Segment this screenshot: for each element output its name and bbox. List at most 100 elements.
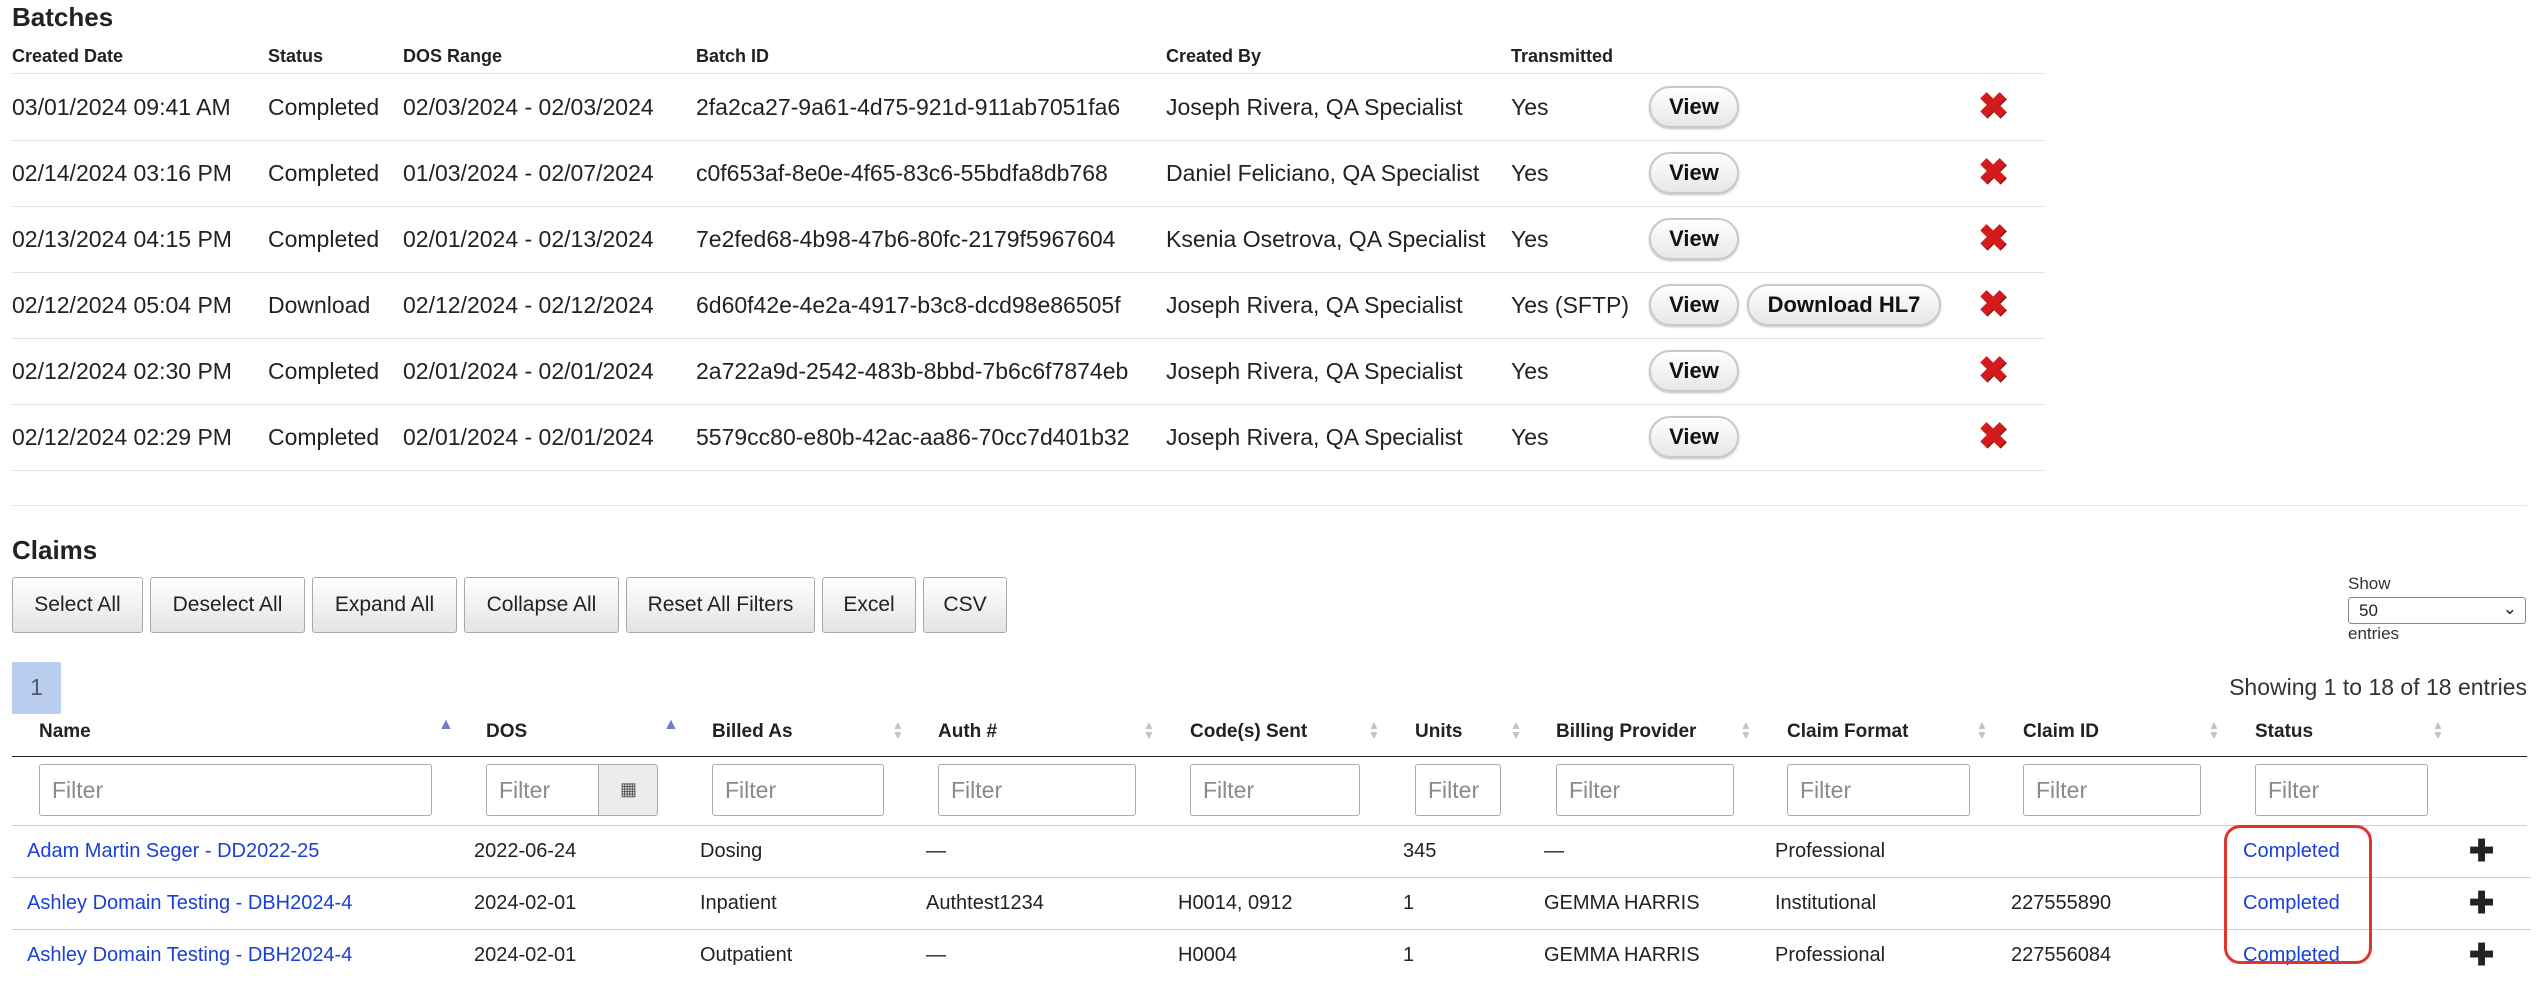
- show-label: Show: [2348, 574, 2391, 593]
- batch-dos-range: 02/01/2024 - 02/01/2024: [403, 424, 654, 450]
- col-created-by: Created By: [1166, 46, 1262, 66]
- sort-icon[interactable]: ▲ ▼: [1976, 719, 1988, 741]
- view-button[interactable]: View: [1649, 284, 1739, 326]
- sort-icon[interactable]: ▲ ▼: [2432, 719, 2444, 741]
- batch-dos-range: 01/03/2024 - 02/07/2024: [403, 160, 654, 186]
- status-filter[interactable]: [2255, 764, 2428, 816]
- batch-dos-range: 02/01/2024 - 02/13/2024: [403, 226, 654, 252]
- format-filter[interactable]: [1787, 764, 1970, 816]
- batch-id: 5579cc80-e80b-42ac-aa86-70cc7d401b32: [696, 424, 1130, 450]
- entries-select[interactable]: 50 ⌄: [2348, 597, 2526, 624]
- view-button[interactable]: View: [1649, 416, 1739, 458]
- plus-icon[interactable]: ✚: [2469, 878, 2494, 929]
- reset-all-filters-button[interactable]: Reset All Filters: [626, 577, 815, 633]
- col-billing-provider[interactable]: Billing Provider: [1556, 721, 1696, 743]
- batch-status: Completed: [268, 358, 380, 384]
- collapse-all-button[interactable]: Collapse All: [464, 577, 619, 633]
- sort-icon[interactable]: ▲ ▼: [1740, 719, 1752, 741]
- excel-button[interactable]: Excel: [822, 577, 916, 633]
- col-status: Status: [268, 46, 324, 66]
- batch-status: Completed: [268, 424, 380, 450]
- batch-transmitted: Yes: [1511, 358, 1549, 384]
- calendar-button[interactable]: ▦: [598, 764, 658, 816]
- plus-icon[interactable]: ✚: [2469, 826, 2494, 877]
- claim-provider: GEMMA HARRIS: [1544, 944, 1700, 966]
- sort-icon[interactable]: ▲ ▼: [1510, 719, 1522, 741]
- batch-row: 02/13/2024 04:15 PM Completed 02/01/2024…: [12, 206, 2045, 273]
- batch-created: 02/13/2024 04:15 PM: [12, 226, 232, 252]
- claim-status-link[interactable]: Completed: [2243, 930, 2340, 981]
- claim-auth: —: [926, 944, 946, 966]
- deselect-all-button[interactable]: Deselect All: [150, 577, 305, 633]
- table-row: Ashley Domain Testing - DBH2024-4 2024-0…: [12, 930, 2531, 981]
- batch-created-by: Joseph Rivera, QA Specialist: [1166, 94, 1463, 120]
- units-filter[interactable]: [1415, 764, 1501, 816]
- sort-asc-icon[interactable]: ▲: [663, 717, 679, 733]
- batch-created-by: Joseph Rivera, QA Specialist: [1166, 358, 1463, 384]
- codes-filter[interactable]: [1190, 764, 1360, 816]
- claim-billed-as: Dosing: [700, 840, 763, 862]
- batch-transmitted: Yes: [1511, 160, 1549, 186]
- col-name[interactable]: Name: [39, 721, 91, 743]
- close-x-icon[interactable]: ✖: [1978, 154, 2008, 190]
- claim-id-filter[interactable]: [2023, 764, 2201, 816]
- col-billed-as[interactable]: Billed As: [712, 721, 793, 743]
- col-units[interactable]: Units: [1415, 721, 1463, 743]
- table-info: Showing 1 to 18 of 18 entries: [2229, 674, 2527, 700]
- col-claim-id[interactable]: Claim ID: [2023, 721, 2099, 743]
- batch-created: 02/14/2024 03:16 PM: [12, 160, 232, 186]
- col-codes-sent[interactable]: Code(s) Sent: [1190, 721, 1307, 743]
- col-status[interactable]: Status: [2255, 721, 2313, 743]
- claim-name-link[interactable]: Adam Martin Seger - DD2022-25: [27, 826, 319, 877]
- batch-created: 02/12/2024 02:29 PM: [12, 424, 232, 450]
- batch-created-by: Joseph Rivera, QA Specialist: [1166, 424, 1463, 450]
- close-x-icon[interactable]: ✖: [1978, 220, 2008, 256]
- auth-filter[interactable]: [938, 764, 1136, 816]
- close-x-icon[interactable]: ✖: [1978, 352, 2008, 388]
- claim-codes: H0014, 0912: [1178, 892, 1293, 914]
- claim-status-link[interactable]: Completed: [2243, 878, 2340, 929]
- view-button[interactable]: View: [1649, 86, 1739, 128]
- col-auth[interactable]: Auth #: [938, 721, 997, 743]
- download-hl7-button[interactable]: Download HL7: [1747, 284, 1941, 326]
- sort-icon[interactable]: ▲ ▼: [1143, 719, 1155, 741]
- calendar-icon: ▦: [620, 779, 638, 799]
- sort-asc-icon[interactable]: ▲: [438, 717, 454, 733]
- batch-created: 03/01/2024 09:41 AM: [12, 94, 231, 120]
- batch-row: 02/14/2024 03:16 PM Completed 01/03/2024…: [12, 140, 2045, 207]
- csv-button[interactable]: CSV: [923, 577, 1007, 633]
- name-filter[interactable]: [39, 764, 432, 816]
- batch-transmitted: Yes (SFTP): [1511, 292, 1630, 318]
- view-button[interactable]: View: [1649, 218, 1739, 260]
- claim-name-link[interactable]: Ashley Domain Testing - DBH2024-4: [27, 878, 352, 929]
- view-button[interactable]: View: [1649, 350, 1739, 392]
- batch-dos-range: 02/01/2024 - 02/01/2024: [403, 358, 654, 384]
- batch-created-by: Joseph Rivera, QA Specialist: [1166, 292, 1463, 318]
- col-claim-format[interactable]: Claim Format: [1787, 721, 1908, 743]
- select-all-button[interactable]: Select All: [12, 577, 143, 633]
- claim-format: Professional: [1775, 944, 1886, 966]
- batch-transmitted: Yes: [1511, 226, 1549, 252]
- claim-units: 1: [1403, 892, 1415, 914]
- sort-icon[interactable]: ▲ ▼: [892, 719, 904, 741]
- sort-icon[interactable]: ▲ ▼: [1368, 719, 1380, 741]
- billed-as-filter[interactable]: [712, 764, 884, 816]
- close-x-icon[interactable]: ✖: [1978, 88, 2008, 124]
- col-dos[interactable]: DOS: [486, 721, 527, 743]
- claim-name-link[interactable]: Ashley Domain Testing - DBH2024-4: [27, 930, 352, 981]
- close-x-icon[interactable]: ✖: [1978, 286, 2008, 322]
- view-button[interactable]: View: [1649, 152, 1739, 194]
- pagination-page-1[interactable]: 1: [12, 662, 61, 714]
- provider-filter[interactable]: [1556, 764, 1734, 816]
- plus-icon[interactable]: ✚: [2469, 930, 2494, 981]
- close-x-icon[interactable]: ✖: [1978, 418, 2008, 454]
- batch-row: 02/12/2024 02:29 PM Completed 02/01/2024…: [12, 404, 2045, 471]
- batch-created: 02/12/2024 02:30 PM: [12, 358, 232, 384]
- claim-units: 345: [1403, 840, 1437, 862]
- sort-icon[interactable]: ▲ ▼: [2208, 719, 2220, 741]
- dos-filter[interactable]: [486, 764, 600, 816]
- expand-all-button[interactable]: Expand All: [312, 577, 457, 633]
- batch-dos-range: 02/12/2024 - 02/12/2024: [403, 292, 654, 318]
- claim-status-link[interactable]: Completed: [2243, 826, 2340, 877]
- batch-status: Download: [268, 292, 371, 318]
